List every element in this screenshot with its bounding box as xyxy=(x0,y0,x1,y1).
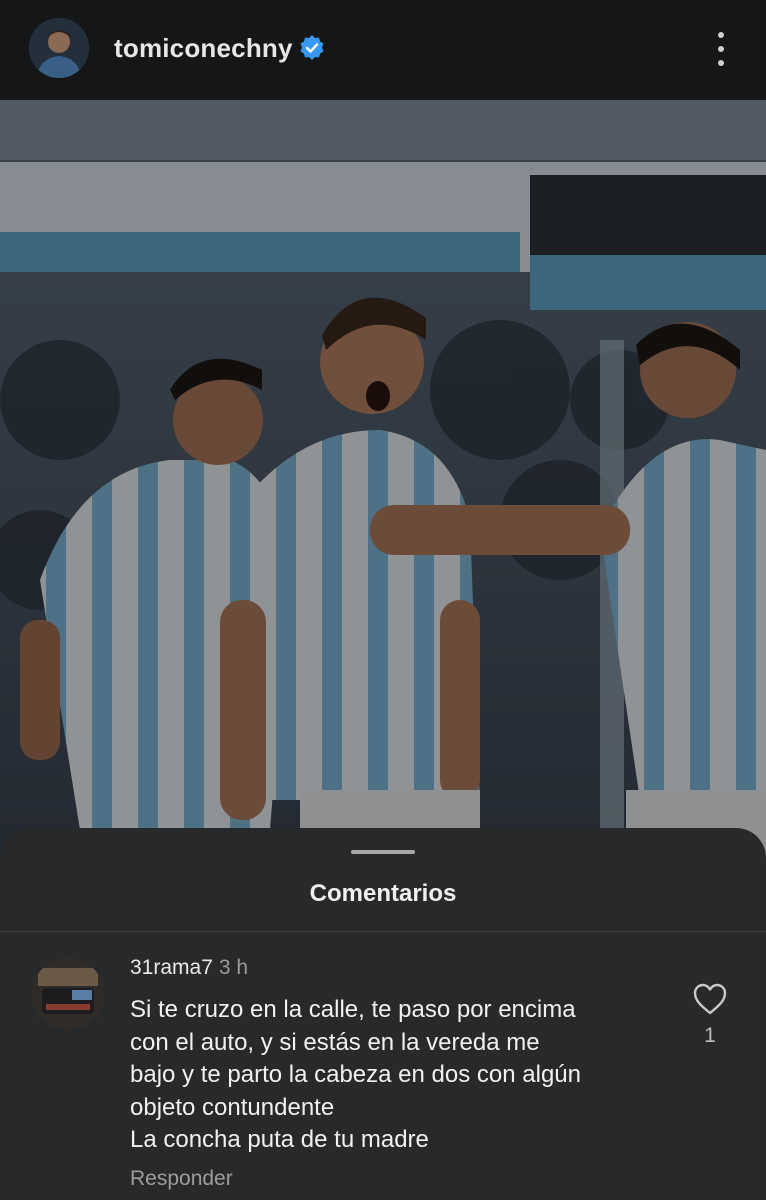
comment-author-avatar[interactable] xyxy=(32,958,104,1030)
reply-button[interactable]: Responder xyxy=(130,1167,233,1191)
comment-text: Si te cruzo en la calle, te paso por enc… xyxy=(130,996,581,1153)
comment-username[interactable]: 31rama7 xyxy=(130,956,213,979)
comments-title: Comentarios xyxy=(309,880,457,907)
heart-outline-icon[interactable] xyxy=(692,982,728,1016)
like-count: 1 xyxy=(704,1024,716,1047)
drag-handle[interactable] xyxy=(351,850,415,854)
comment-timestamp: 3 h xyxy=(218,956,249,979)
post-photo[interactable] xyxy=(0,100,766,860)
post-username[interactable]: tomiconechny xyxy=(114,33,293,64)
more-options-icon[interactable] xyxy=(706,28,736,70)
post-header: tomiconechny xyxy=(0,0,766,100)
divider xyxy=(0,931,766,932)
post-author-avatar[interactable] xyxy=(29,18,89,78)
photo-overlay xyxy=(0,100,766,860)
verified-badge-icon xyxy=(298,34,326,62)
comments-sheet: Comentarios 31rama7 3 h Si te cruzo en la… xyxy=(0,828,766,1200)
